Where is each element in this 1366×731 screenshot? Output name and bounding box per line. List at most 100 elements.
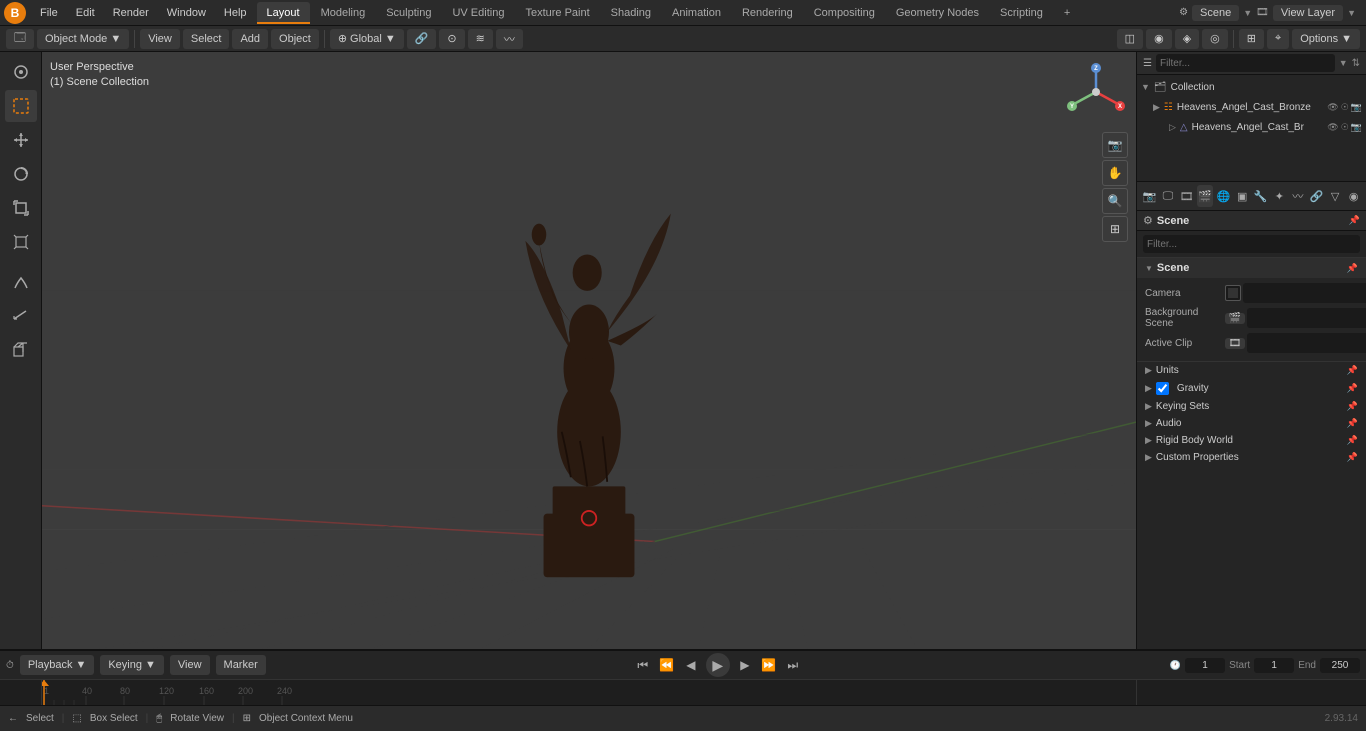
tab-modeling[interactable]: Modeling bbox=[311, 2, 376, 24]
select-menu-btn[interactable]: Select bbox=[183, 29, 230, 49]
tab-texture-paint[interactable]: Texture Paint bbox=[515, 2, 599, 24]
tab-geometry-nodes[interactable]: Geometry Nodes bbox=[886, 2, 989, 24]
tab-animation[interactable]: Animation bbox=[662, 2, 731, 24]
gravity-section[interactable]: ▶ Gravity 📌 bbox=[1137, 379, 1366, 398]
viewport-shading-solid-btn[interactable]: ◉ bbox=[1146, 29, 1172, 49]
bg-scene-icon-btn[interactable]: 🎬 bbox=[1225, 313, 1245, 324]
play-last-btn[interactable]: ⏭ bbox=[784, 656, 802, 674]
next-frame-btn[interactable]: ▶ bbox=[736, 656, 754, 674]
scale-tool[interactable] bbox=[5, 192, 37, 224]
tab-rendering[interactable]: Rendering bbox=[732, 2, 803, 24]
outliner-item-1[interactable]: ▷ △ Heavens_Angel_Cast_Br 👁 ☉ 📷 bbox=[1137, 117, 1366, 137]
props-data-icon[interactable]: ▽ bbox=[1327, 185, 1344, 207]
viewport-shading-render-btn[interactable]: ◎ bbox=[1202, 29, 1228, 49]
play-first-btn[interactable]: ⏮ bbox=[634, 656, 652, 674]
object-menu-btn[interactable]: Object bbox=[271, 29, 319, 49]
prev-frame-btn[interactable]: ◀ bbox=[682, 656, 700, 674]
menu-file[interactable]: File bbox=[32, 5, 66, 21]
item1-select[interactable]: ☉ bbox=[1341, 122, 1349, 133]
editor-type-btn[interactable]: 🗔 bbox=[6, 29, 34, 49]
play-btn[interactable]: ▶ bbox=[706, 653, 730, 677]
viewport-gizmo[interactable]: Z X Y bbox=[1066, 62, 1126, 122]
add-cube-tool[interactable] bbox=[5, 334, 37, 366]
transform-btn[interactable]: ⊕ Global ▼ bbox=[330, 29, 404, 49]
measure-tool[interactable] bbox=[5, 300, 37, 332]
move-tool[interactable] bbox=[5, 124, 37, 156]
tab-sculpting[interactable]: Sculpting bbox=[376, 2, 441, 24]
tab-uv-editing[interactable]: UV Editing bbox=[442, 2, 514, 24]
playback-btn[interactable]: Playback ▼ bbox=[20, 655, 95, 675]
end-frame-input[interactable]: 250 bbox=[1320, 658, 1360, 673]
annotate-tool[interactable] bbox=[5, 266, 37, 298]
options-btn[interactable]: Options ▼ bbox=[1292, 29, 1360, 49]
camera-view-btn[interactable]: 📷 bbox=[1102, 132, 1128, 158]
camera-color-swatch[interactable] bbox=[1225, 285, 1241, 301]
viewport-3d[interactable]: User Perspective (1) Scene Collection Z … bbox=[42, 52, 1136, 649]
toggle-quads-btn[interactable]: ⊞ bbox=[1102, 216, 1128, 242]
tab-layout[interactable]: Layout bbox=[257, 2, 310, 24]
view-layer-selector[interactable]: View Layer bbox=[1273, 5, 1343, 21]
menu-window[interactable]: Window bbox=[159, 5, 214, 21]
custom-props-section[interactable]: ▶ Custom Properties 📌 bbox=[1137, 449, 1366, 466]
prev-keyframe-btn[interactable]: ⏪ bbox=[658, 656, 676, 674]
props-constraints-icon[interactable]: 🔗 bbox=[1308, 185, 1325, 207]
transform-tool[interactable] bbox=[5, 226, 37, 258]
hand-tool-btn[interactable]: ✋ bbox=[1102, 160, 1128, 186]
props-output-icon[interactable]: 🖵 bbox=[1160, 185, 1177, 207]
menu-help[interactable]: Help bbox=[216, 5, 255, 21]
props-view-layer-icon[interactable]: 🎞 bbox=[1178, 185, 1195, 207]
keying-btn[interactable]: Keying ▼ bbox=[100, 655, 164, 675]
camera-field[interactable] bbox=[1243, 283, 1366, 303]
gravity-checkbox[interactable] bbox=[1156, 382, 1169, 395]
active-clip-field[interactable] bbox=[1247, 333, 1366, 353]
tab-scripting[interactable]: Scripting bbox=[990, 2, 1053, 24]
item1-render[interactable]: 📷 bbox=[1351, 122, 1362, 133]
active-clip-icon-btn[interactable]: 🎞 bbox=[1225, 338, 1245, 349]
tab-shading[interactable]: Shading bbox=[601, 2, 661, 24]
outliner-sort-icon[interactable]: ⇅ bbox=[1352, 58, 1360, 69]
rotate-tool[interactable] bbox=[5, 158, 37, 190]
props-material-icon[interactable]: ◉ bbox=[1345, 185, 1362, 207]
keying-pin[interactable]: 📌 bbox=[1347, 401, 1358, 412]
menu-edit[interactable]: Edit bbox=[68, 5, 103, 21]
item0-select[interactable]: ☉ bbox=[1341, 102, 1349, 113]
timeline-frames[interactable]: 1 40 80 120 160 200 240 bbox=[42, 680, 1136, 705]
object-mode-btn[interactable]: Object Mode ▼ bbox=[37, 29, 129, 49]
outliner-item-0[interactable]: ▶ ☷ Heavens_Angel_Cast_Bronze 👁 ☉ 📷 bbox=[1137, 97, 1366, 117]
scene-section-header[interactable]: ▼ Scene 📌 bbox=[1137, 258, 1366, 278]
props-modifier-icon[interactable]: 🔧 bbox=[1252, 185, 1269, 207]
marker-btn[interactable]: Marker bbox=[216, 655, 266, 675]
viewport-shading-wire-btn[interactable]: ◫ bbox=[1117, 29, 1143, 49]
zoom-tool-btn[interactable]: 🔍 bbox=[1102, 188, 1128, 214]
scene-section-pin[interactable]: 📌 bbox=[1347, 263, 1358, 274]
audio-section[interactable]: ▶ Audio 📌 bbox=[1137, 415, 1366, 432]
props-scene-icon[interactable]: 🎬 bbox=[1197, 185, 1214, 207]
outliner-scene-collection[interactable]: ▼ 🗂 Collection bbox=[1137, 77, 1366, 97]
props-world-icon[interactable]: 🌐 bbox=[1215, 185, 1232, 207]
audio-pin[interactable]: 📌 bbox=[1347, 418, 1358, 429]
select-tool[interactable] bbox=[5, 90, 37, 122]
props-object-icon[interactable]: ▣ bbox=[1234, 185, 1251, 207]
props-header-pin[interactable]: 📌 bbox=[1349, 215, 1360, 226]
rigid-body-section[interactable]: ▶ Rigid Body World 📌 bbox=[1137, 432, 1366, 449]
current-frame-input[interactable]: 1 bbox=[1185, 658, 1225, 673]
gravity-pin[interactable]: 📌 bbox=[1347, 383, 1358, 394]
units-pin[interactable]: 📌 bbox=[1347, 365, 1358, 376]
add-menu-btn[interactable]: Add bbox=[232, 29, 268, 49]
falloff-btn[interactable]: 〰 bbox=[496, 29, 523, 49]
rigid-body-pin[interactable]: 📌 bbox=[1347, 435, 1358, 446]
proportional-btn[interactable]: ⊙ bbox=[439, 29, 464, 49]
transform-extra-btn[interactable]: ≋ bbox=[468, 29, 493, 49]
keying-section[interactable]: ▶ Keying Sets 📌 bbox=[1137, 398, 1366, 415]
scene-selector[interactable]: Scene bbox=[1192, 5, 1239, 21]
tab-add[interactable]: + bbox=[1054, 2, 1080, 24]
item0-render[interactable]: 📷 bbox=[1351, 102, 1362, 113]
view-menu-btn[interactable]: View bbox=[140, 29, 180, 49]
props-particles-icon[interactable]: ✦ bbox=[1271, 185, 1288, 207]
props-search-input[interactable] bbox=[1143, 235, 1360, 253]
bg-scene-field[interactable] bbox=[1247, 308, 1366, 328]
units-section[interactable]: ▶ Units 📌 bbox=[1137, 362, 1366, 379]
view-timeline-btn[interactable]: View bbox=[170, 655, 210, 675]
props-render-icon[interactable]: 📷 bbox=[1141, 185, 1158, 207]
gizmo-btn[interactable]: ⌖ bbox=[1267, 29, 1289, 49]
